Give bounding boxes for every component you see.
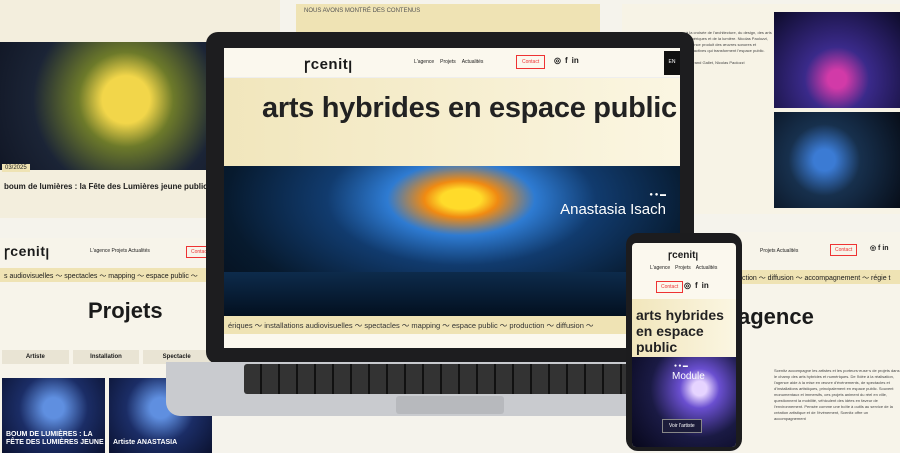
contact-button[interactable]: Contact	[516, 55, 546, 69]
logo[interactable]: ꞅcenitꞁ	[4, 242, 50, 261]
laptop-screen: ꞅcenitꞁ L'agence Projets Actualités Cont…	[224, 48, 680, 348]
phone-screen: ꞅcenitꞁ L'agence Projets Actualités Cont…	[632, 243, 736, 447]
logo[interactable]: ꞅcenitꞁ	[304, 54, 353, 74]
linkedin-icon[interactable]: in	[572, 56, 579, 65]
nav-item-agence[interactable]: L'agence	[650, 265, 670, 271]
instagram-icon[interactable]: ◎	[684, 281, 691, 290]
logo[interactable]: ꞅcenitꞁ	[668, 247, 698, 261]
nav-item-actualites[interactable]: Actualités	[696, 265, 718, 271]
nav-item-actualites[interactable]: Actualités	[462, 59, 484, 65]
laptop-trackpad	[396, 396, 504, 414]
featured-project[interactable]: Module	[672, 371, 705, 382]
news-date: 03/2025	[2, 164, 30, 172]
contact-button[interactable]: Contact	[830, 244, 858, 256]
hero-title: arts hybrides en espace public	[636, 307, 724, 355]
agency-intro-text: à la croisée de l'architecture, du desig…	[686, 30, 776, 66]
ticker-banner: ction 〜 diffusion 〜 accompagnement 〜 rég…	[738, 270, 900, 284]
site-header: ꞅcenitꞁ L'agence Projets Actualités Cont…	[224, 48, 680, 78]
instagram-icon[interactable]: ◎	[554, 56, 561, 65]
tab-installation[interactable]: Installation	[72, 350, 140, 364]
agency-photo-2	[774, 112, 900, 208]
project-card-title: BOUM DE LUMIÈRES : LA FÊTE DES LUMIÈRES …	[6, 431, 104, 446]
agency-photo-1	[774, 12, 900, 108]
agency-credit: Bertrand Gallet, Nicolas Paolozzi	[686, 60, 745, 65]
see-artist-button[interactable]: Voir l'artiste	[662, 419, 702, 433]
nav-item-agence[interactable]: L'agence	[414, 59, 434, 65]
page-title: Projets	[88, 298, 163, 323]
top-strip-text: NOUS AVONS MONTRÉ DES CONTENUS	[304, 8, 421, 14]
project-card[interactable]: BOUM DE LUMIÈRES : LA FÊTE DES LUMIÈRES …	[2, 378, 105, 453]
language-switch[interactable]: EN	[664, 51, 680, 75]
featured-artist[interactable]: Anastasia Isach	[560, 200, 666, 219]
laptop-keyboard	[244, 364, 656, 394]
social-links: ◎ f in	[684, 281, 709, 290]
hero-photo-water	[224, 272, 680, 316]
news-caption[interactable]: boum de lumières : la Fête des Lumières …	[4, 182, 208, 191]
hero-photo: ● ● ▬ Anastasia Isach	[224, 166, 680, 316]
contact-button[interactable]: Contact	[656, 281, 684, 293]
nav-links[interactable]: L'agence Projets Actualités	[90, 248, 150, 254]
carousel-dots[interactable]: ● ● ▬	[649, 192, 666, 198]
facebook-icon[interactable]: f	[565, 56, 568, 65]
background-agency-page: Projets Actualités Contact ◎ f in ction …	[738, 232, 900, 453]
hero-title: arts hybrides en espace public	[262, 92, 677, 124]
agency-intro: à la croisée de l'architecture, du desig…	[686, 30, 772, 53]
background-projects-page: ꞅcenitꞁ L'agence Projets Actualités Cont…	[0, 238, 212, 453]
ticker-banner: s audiovisuelles 〜 spectacles 〜 mapping …	[0, 268, 212, 282]
page-bottom	[224, 334, 680, 348]
facebook-icon[interactable]: f	[695, 281, 698, 290]
social-links: ◎ f in	[554, 56, 579, 65]
tab-artiste[interactable]: Artiste	[2, 350, 69, 364]
project-card-title: Artiste ANASTASIA	[113, 439, 178, 446]
agency-description: Scenitz accompagne les artistes et les p…	[774, 368, 900, 421]
nav-item-projets[interactable]: Projets	[440, 59, 456, 65]
main-nav: L'agence Projets Actualités	[650, 265, 717, 271]
nav-links[interactable]: Projets Actualités	[760, 248, 798, 254]
carousel-dots[interactable]: ● ● ▬	[674, 363, 688, 369]
linkedin-icon[interactable]: in	[702, 281, 709, 290]
social-icons[interactable]: ◎ f in	[870, 244, 889, 252]
main-nav: L'agence Projets Actualités	[414, 59, 483, 65]
background-top-strip: NOUS AVONS MONTRÉ DES CONTENUS	[296, 4, 600, 34]
ticker-banner: ériques 〜 installations audiovisuelles 〜…	[224, 316, 680, 334]
page-title: agence	[738, 304, 814, 329]
nav-item-projets[interactable]: Projets	[675, 265, 691, 271]
